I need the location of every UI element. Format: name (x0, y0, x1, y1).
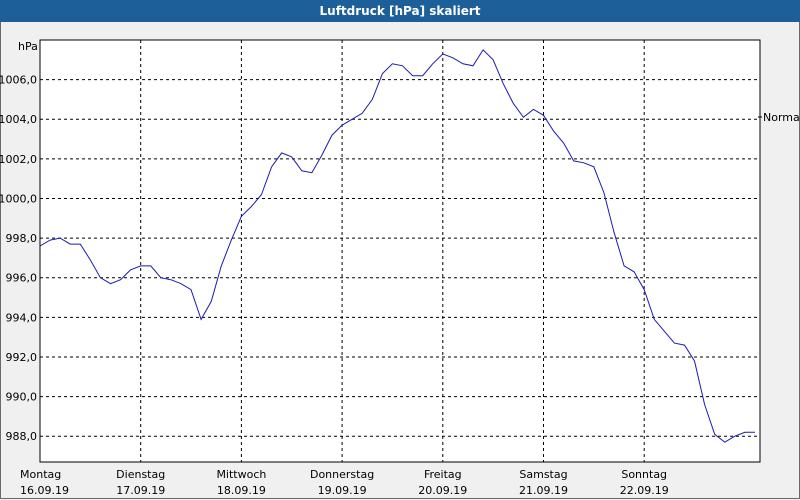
y-tick-label: 998,0 (6, 232, 38, 245)
y-tick-label: 1000,0 (0, 192, 37, 205)
x-tick-day: Montag (20, 468, 61, 481)
y-tick-label: 994,0 (6, 311, 38, 324)
y-tick-label: 1004,0 (0, 113, 37, 126)
x-tick-date: 17.09.19 (116, 484, 165, 497)
legend-normal: Normal (763, 111, 800, 124)
y-tick-label: 992,0 (6, 351, 38, 364)
x-tick-date: 19.09.19 (318, 484, 367, 497)
x-tick-date: 18.09.19 (217, 484, 266, 497)
x-tick-date: 16.09.19 (20, 484, 69, 497)
y-axis-ticks: 988,0 990,0 992,0 994,0 996,0 998,0 1000,0 1002… (0, 74, 37, 444)
x-tick-day: Sonntag (621, 468, 667, 481)
y-tick-label: 990,0 (6, 391, 38, 404)
x-tick-day: Freitag (424, 468, 462, 481)
plot-area (39, 39, 761, 463)
x-tick-date: 20.09.19 (418, 484, 467, 497)
pressure-line-chart: 988,0 990,0 992,0 994,0 996,0 998,0 1000,0 1002… (0, 39, 800, 497)
x-tick-day: Donnerstag (310, 468, 374, 481)
y-tick-label: 1006,0 (0, 74, 37, 87)
y-tick-label: 988,0 (6, 430, 38, 443)
x-axis-ticks: Montag 16.09.19 Dienstag 17.09.19 Mittwoch 18… (20, 468, 669, 497)
x-tick-day: Mittwoch (216, 468, 266, 481)
x-tick-date: 22.09.19 (620, 484, 669, 497)
y-tick-label: 1002,0 (0, 153, 37, 166)
x-tick-day: Samstag (519, 468, 567, 481)
x-tick-date: 21.09.19 (519, 484, 568, 497)
y-axis-label: hPa (18, 40, 38, 53)
y-tick-label: 996,0 (6, 272, 38, 285)
x-tick-day: Dienstag (116, 468, 165, 481)
